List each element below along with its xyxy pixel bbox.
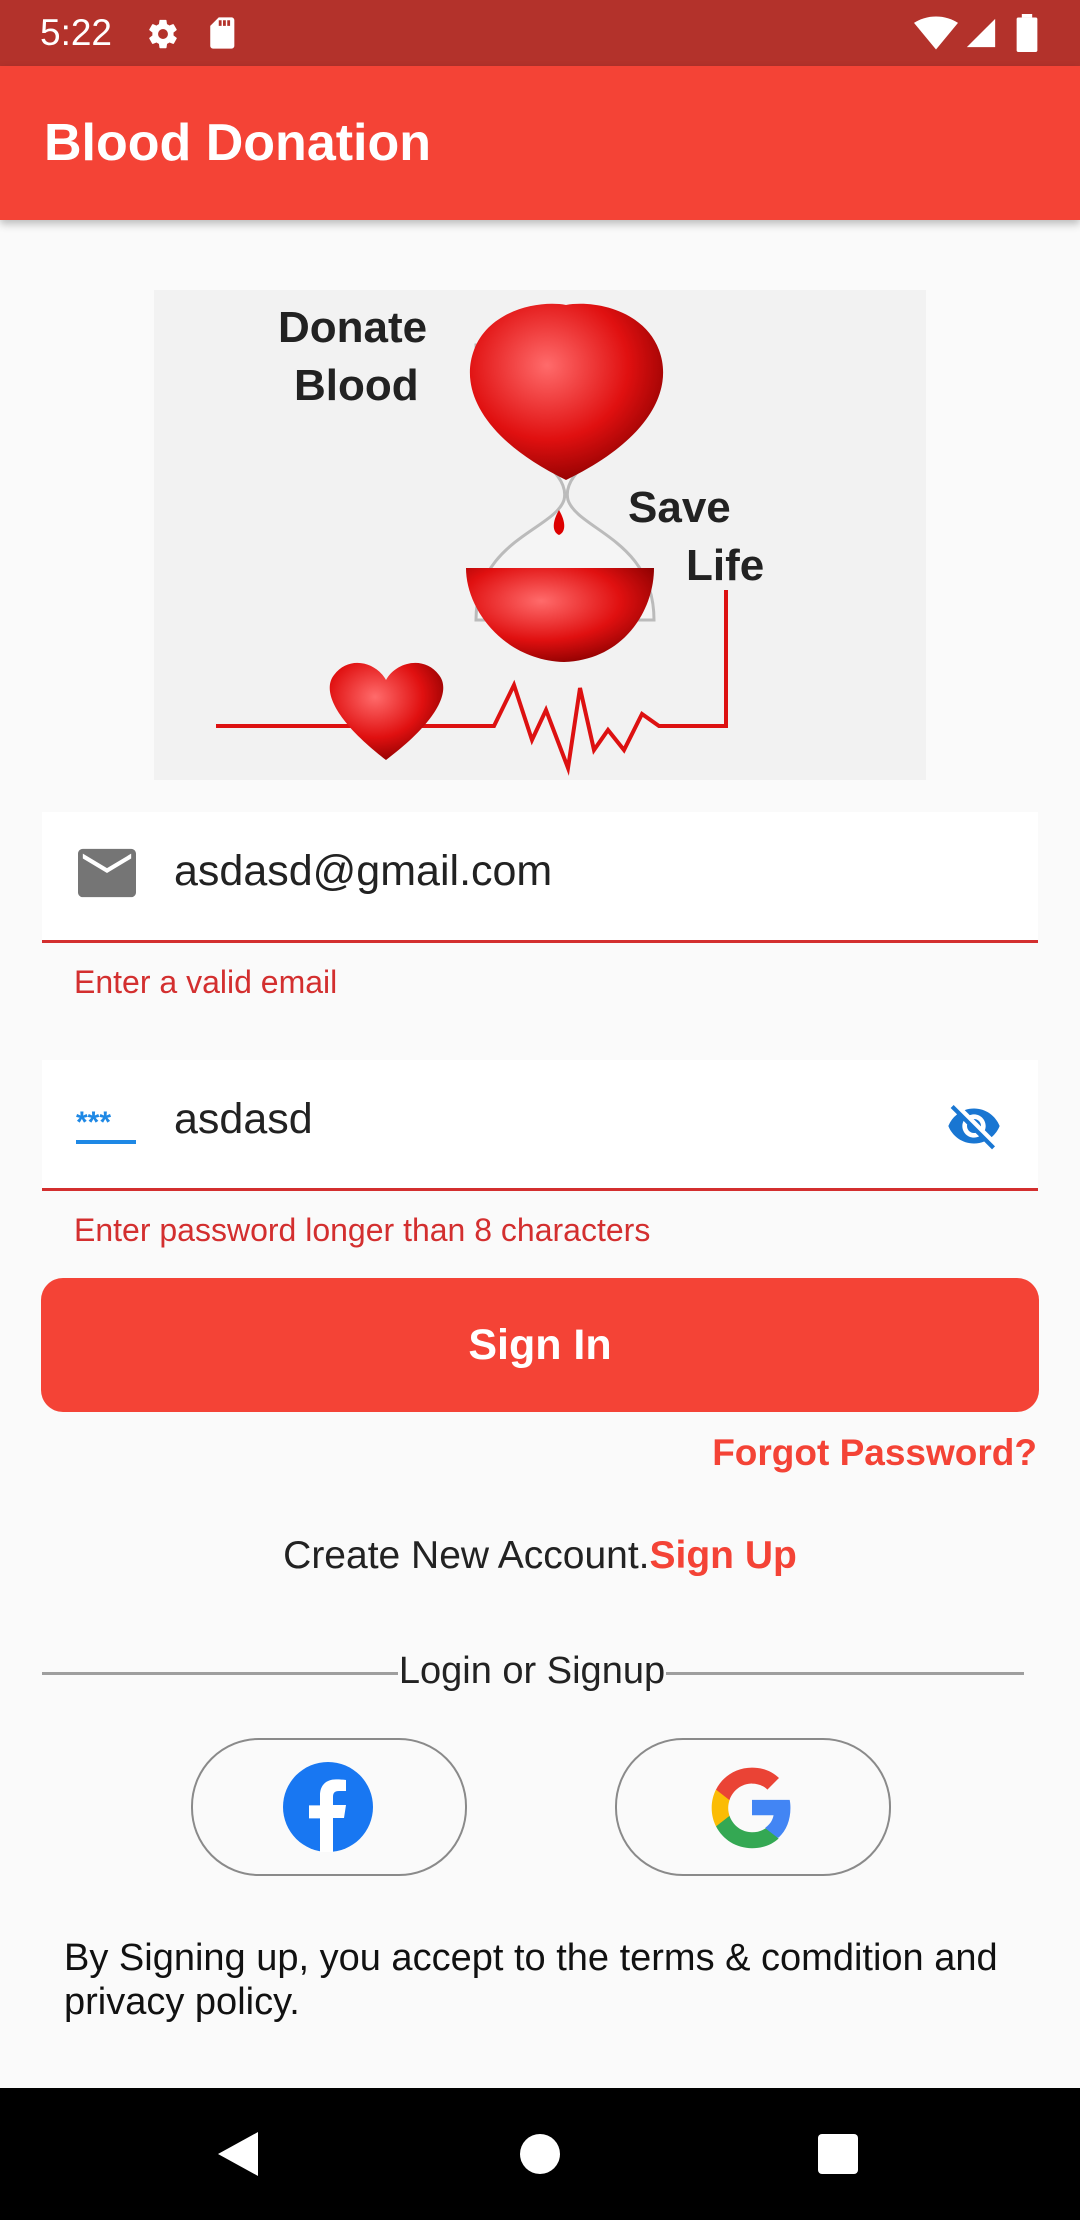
sign-up-link[interactable]: Sign Up xyxy=(650,1534,797,1577)
divider-line-right xyxy=(666,1672,1024,1675)
email-icon xyxy=(78,848,136,898)
forgot-password-link[interactable]: Forgot Password? xyxy=(712,1432,1037,1474)
visibility-off-icon[interactable] xyxy=(942,1098,1006,1154)
status-bar: 5:22 xyxy=(0,0,1080,66)
google-icon xyxy=(711,1767,791,1849)
settings-icon xyxy=(149,19,177,49)
app-bar: Blood Donation xyxy=(0,66,1080,220)
divider-label: Login or Signup xyxy=(398,1650,666,1692)
facebook-icon xyxy=(283,1762,373,1852)
banner-illustration: Donate Blood Save Life xyxy=(216,303,764,776)
email-error-text: Enter a valid email xyxy=(74,964,338,1000)
password-icon: *** xyxy=(76,1108,136,1144)
app-title: Blood Donation xyxy=(44,114,432,172)
divider-line-left xyxy=(42,1672,398,1675)
home-icon[interactable] xyxy=(520,2134,560,2174)
status-time: 5:22 xyxy=(40,12,113,53)
recents-icon[interactable] xyxy=(818,2134,858,2174)
password-input-value[interactable]: asdasd xyxy=(174,1060,313,1178)
email-field[interactable]: asdasd@gmail.com xyxy=(42,812,1038,943)
banner-word-blood: Blood xyxy=(294,361,419,410)
banner-word-save: Save xyxy=(628,483,731,532)
cell-signal-icon xyxy=(966,18,996,48)
sd-card-icon xyxy=(210,17,235,49)
banner-word-donate: Donate xyxy=(278,303,427,352)
email-input-value[interactable]: asdasd@gmail.com xyxy=(174,812,552,930)
sign-in-button[interactable]: Sign In xyxy=(41,1278,1039,1412)
google-login-button[interactable] xyxy=(615,1738,891,1876)
create-account-text: Create New Account. xyxy=(283,1534,650,1577)
back-icon[interactable] xyxy=(218,2132,258,2176)
donate-blood-banner: Donate Blood Save Life xyxy=(154,290,926,780)
password-error-text: Enter password longer than 8 characters xyxy=(74,1212,651,1248)
terms-text: By Signing up, you accept to the terms &… xyxy=(64,1937,998,2023)
password-field[interactable]: *** asdasd xyxy=(42,1060,1038,1191)
svg-text:***: *** xyxy=(76,1108,111,1139)
wifi-icon xyxy=(914,16,958,50)
banner-word-life: Life xyxy=(686,541,764,590)
battery-icon xyxy=(1016,14,1038,52)
navigation-bar xyxy=(0,2088,1080,2220)
facebook-login-button[interactable] xyxy=(191,1738,467,1876)
create-account-row: Create New Account.Sign Up xyxy=(0,1534,1080,1578)
